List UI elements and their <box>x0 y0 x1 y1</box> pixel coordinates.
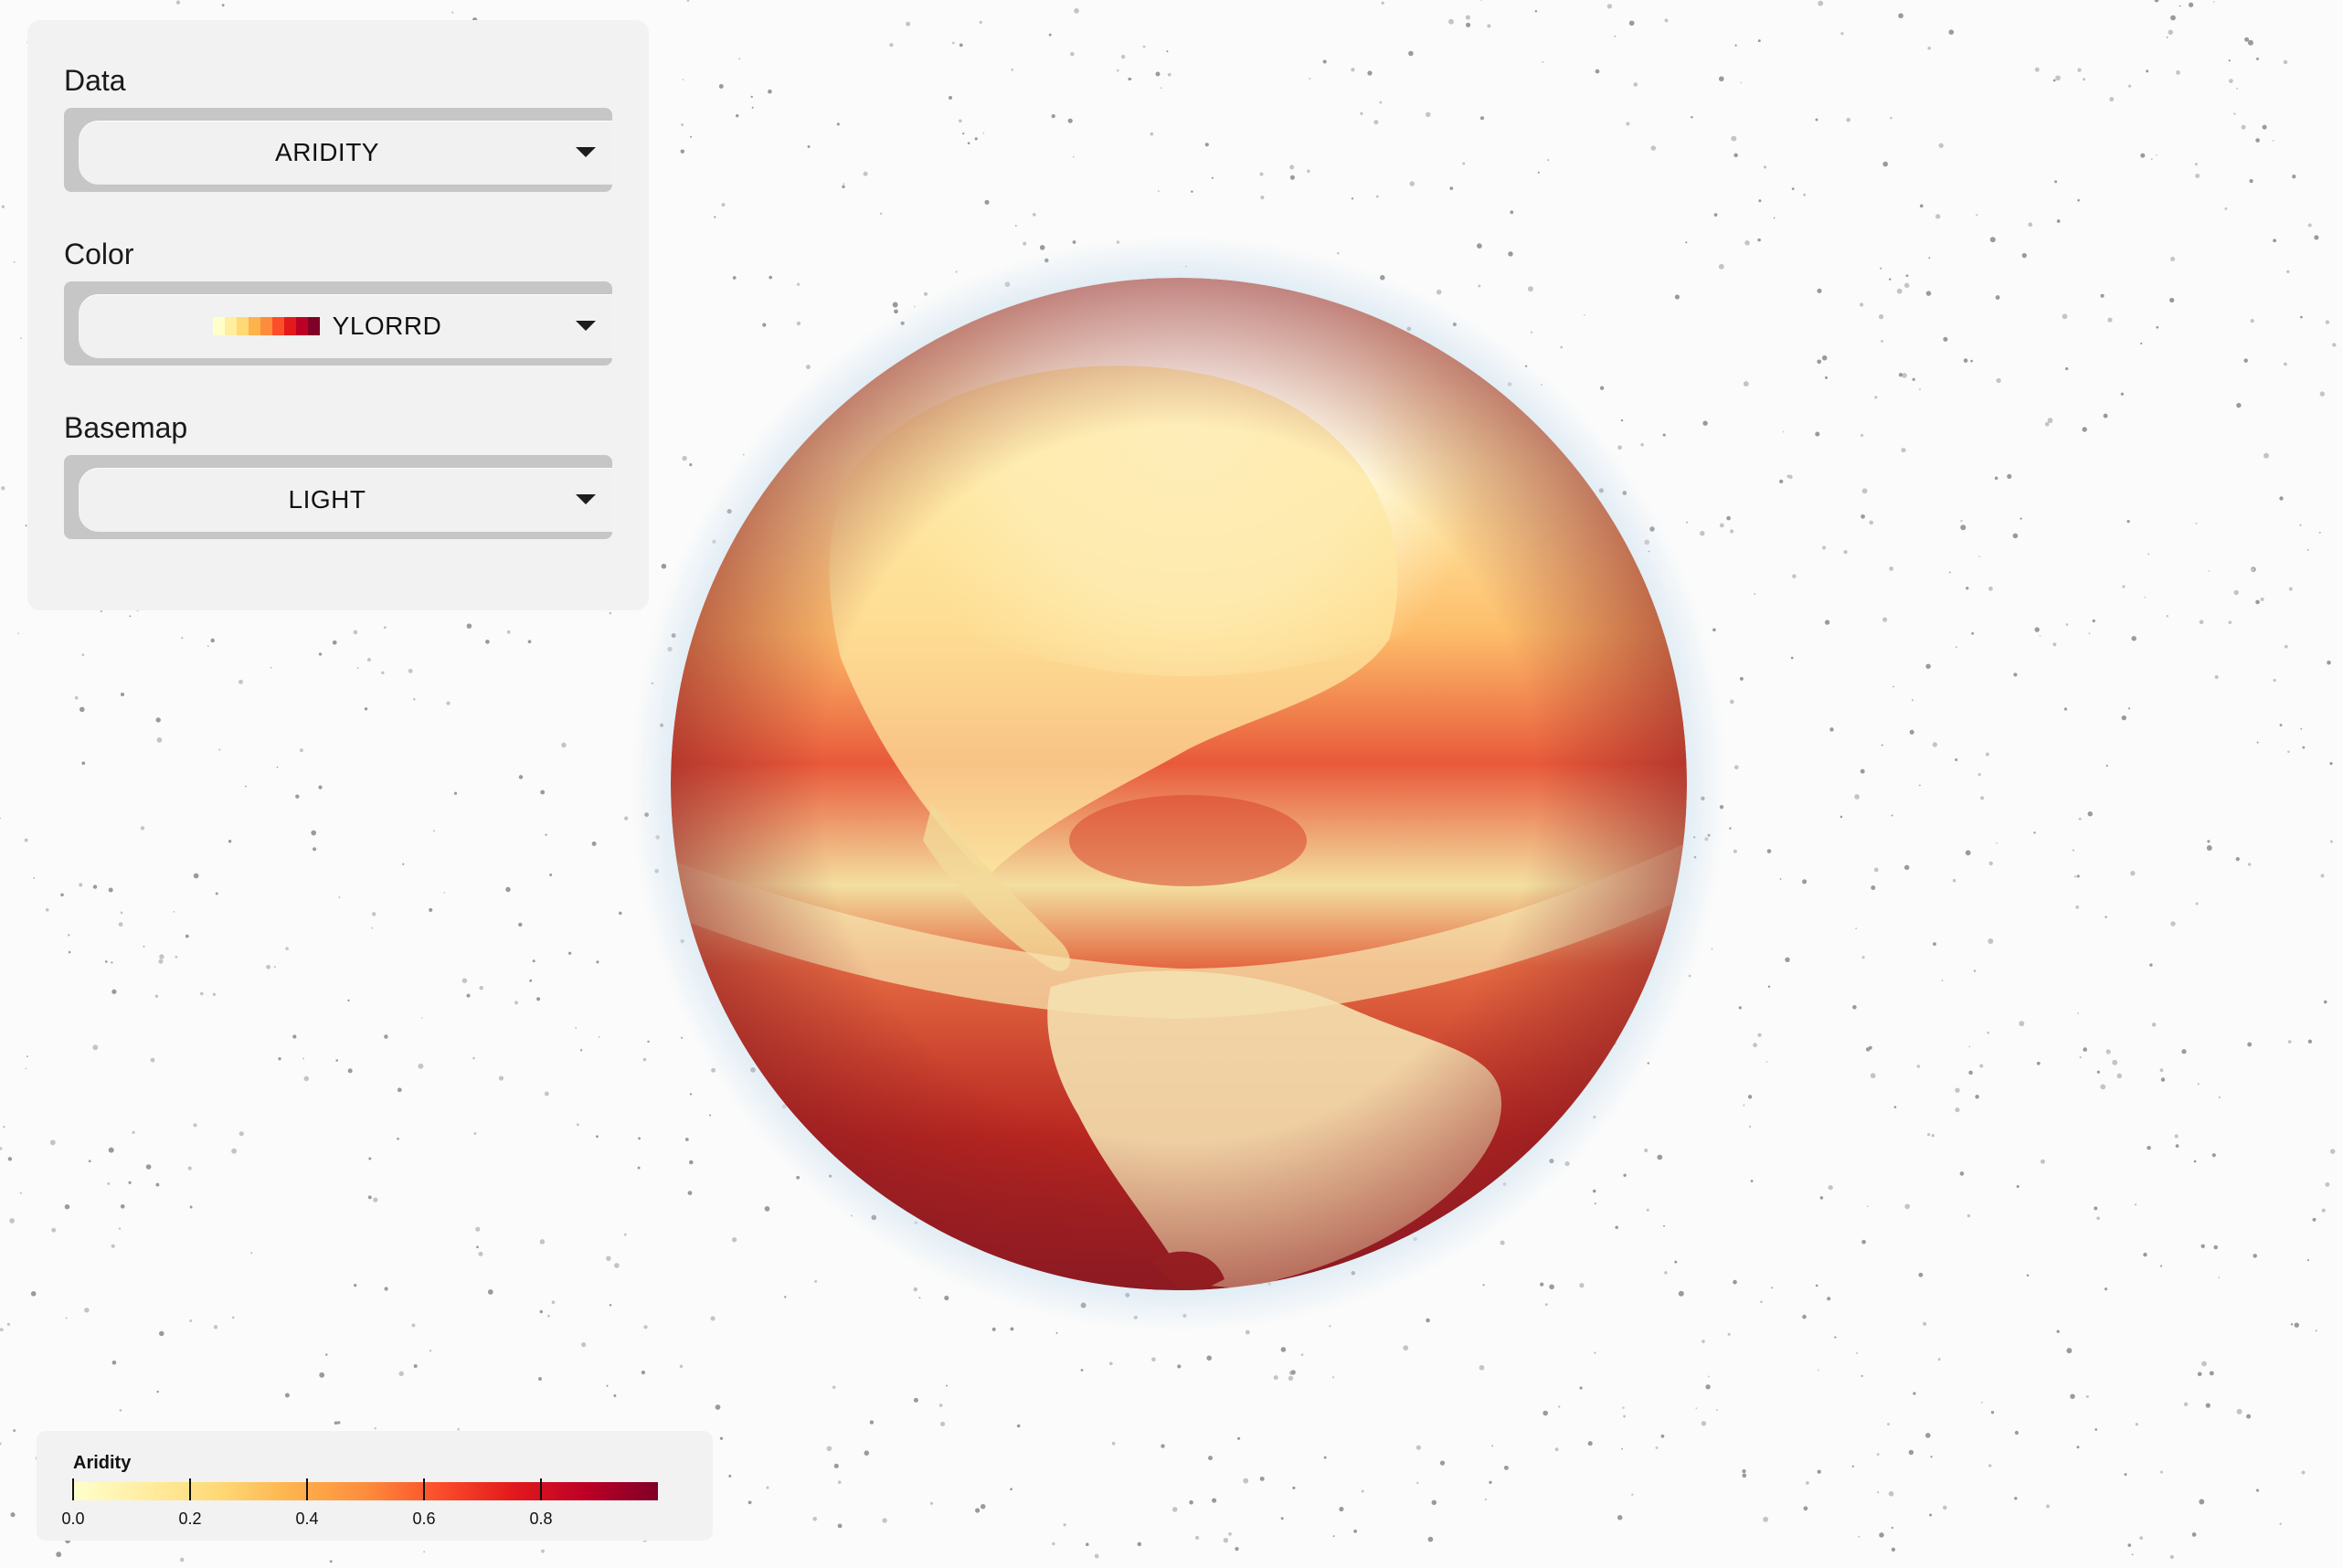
colormap-swatch <box>212 317 320 335</box>
legend-colorbar <box>73 1482 658 1500</box>
color-legend: 0.0 0.2 0.4 0.6 0.8 Aridity <box>37 1431 713 1541</box>
basemap-label: Basemap <box>64 411 188 444</box>
data-label: Data <box>64 64 126 97</box>
swatch-chip <box>248 317 260 335</box>
legend-tick-label: 0.4 <box>295 1510 318 1528</box>
legend-tick-label: 0.0 <box>61 1510 84 1528</box>
caret-down-icon[interactable] <box>576 321 596 331</box>
swatch-chip <box>271 317 284 335</box>
map-viewport[interactable]: Data ARIDITY Color YLORRD Basemap LIGHT <box>0 0 2343 1568</box>
data-select[interactable]: ARIDITY <box>64 108 612 192</box>
basemap-select-field[interactable]: LIGHT <box>79 468 612 532</box>
legend-tick-label: 0.6 <box>412 1510 435 1528</box>
basemap-select[interactable]: LIGHT <box>64 455 612 539</box>
swatch-chip <box>260 317 272 335</box>
swatch-chip <box>307 317 320 335</box>
swatch-chip <box>236 317 249 335</box>
color-select-value: YLORRD <box>332 312 442 340</box>
basemap-select-value: LIGHT <box>288 485 366 514</box>
legend-tick-label: 0.8 <box>529 1510 552 1528</box>
data-select-field[interactable]: ARIDITY <box>79 121 612 185</box>
swatch-chip <box>224 317 237 335</box>
color-select-field[interactable]: YLORRD <box>79 294 612 358</box>
legend-scale: 0.0 0.2 0.4 0.6 0.8 <box>61 1478 658 1528</box>
data-select-value: ARIDITY <box>275 138 379 166</box>
caret-down-icon[interactable] <box>576 494 596 504</box>
caret-down-icon[interactable] <box>576 147 596 157</box>
color-label: Color <box>64 238 134 270</box>
swatch-chip <box>283 317 296 335</box>
color-select[interactable]: YLORRD <box>64 281 612 366</box>
controls-panel: Data ARIDITY Color YLORRD Basemap LIGHT <box>27 20 649 610</box>
swatch-chip <box>295 317 308 335</box>
color-select-value-wrap: YLORRD <box>79 294 576 358</box>
legend-title: Aridity <box>73 1453 132 1473</box>
swatch-chip <box>212 317 225 335</box>
legend-tick-label: 0.2 <box>178 1510 201 1528</box>
